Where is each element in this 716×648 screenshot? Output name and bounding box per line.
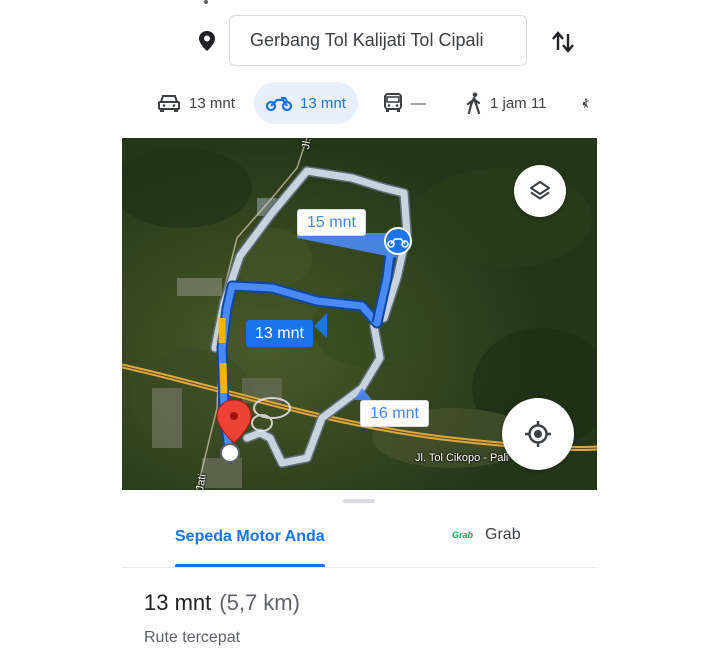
destination-input[interactable]: Gerbang Tol Kalijati Tol Cipali xyxy=(229,15,527,66)
layers-icon xyxy=(530,181,550,200)
mode-motorcycle[interactable]: 13 mnt xyxy=(254,82,358,124)
route-distance: (5,7 km) xyxy=(219,590,300,615)
mode-car-label: 13 mnt xyxy=(189,94,235,112)
bottom-sheet[interactable]: Sepeda Motor Anda Grab Grab 13 mnt (5,7 k… xyxy=(122,490,597,648)
tab-own-motorcycle[interactable]: Sepeda Motor Anda xyxy=(175,528,325,546)
motorcycle-icon xyxy=(266,97,292,111)
grab-logo: Grab xyxy=(452,530,474,540)
route-summary[interactable]: 13 mnt (5,7 km) xyxy=(144,590,300,616)
mode-ride[interactable] xyxy=(582,82,598,124)
road-label: Jati xyxy=(194,473,209,490)
mode-car[interactable]: 13 mnt xyxy=(157,82,235,124)
mode-walk-label: 1 jam 11 xyxy=(490,94,547,112)
route-label-alt-1[interactable]: 15 mnt xyxy=(297,209,366,236)
ride-icon xyxy=(582,98,589,108)
motorcycle-marker xyxy=(384,227,412,255)
layers-button[interactable] xyxy=(514,165,566,217)
mode-motorcycle-label: 13 mnt xyxy=(300,94,346,112)
road-label: Jl. Tol Cikopo - Pali xyxy=(415,452,509,464)
tab-grab-label: Grab xyxy=(485,526,521,543)
mode-transit-label: — xyxy=(411,94,426,112)
mode-transit[interactable]: — xyxy=(383,82,426,124)
mode-walk[interactable]: 1 jam 11 xyxy=(466,82,546,124)
more-dots-icon xyxy=(203,0,209,16)
map-view[interactable]: Jl. Ra Jl. Tol Cikopo - Pali Jati 15 mnt… xyxy=(122,138,597,490)
route-label-selected[interactable]: 13 mnt xyxy=(246,320,313,347)
route-label-alt-2[interactable]: 16 mnt xyxy=(360,400,429,427)
divider xyxy=(122,567,597,568)
car-icon xyxy=(158,95,180,112)
route-duration: 13 mnt xyxy=(144,590,212,615)
tab-grab[interactable]: Grab Grab xyxy=(452,526,521,544)
bus-icon xyxy=(384,93,402,112)
origin-marker xyxy=(220,443,240,463)
swap-icon[interactable] xyxy=(550,28,576,56)
route-subtitle: Rute tercepat xyxy=(144,629,241,646)
walk-icon xyxy=(466,92,481,114)
my-location-icon xyxy=(525,421,551,447)
my-location-button[interactable] xyxy=(502,398,574,470)
drag-handle[interactable] xyxy=(343,499,375,503)
location-pin-icon xyxy=(197,30,217,52)
